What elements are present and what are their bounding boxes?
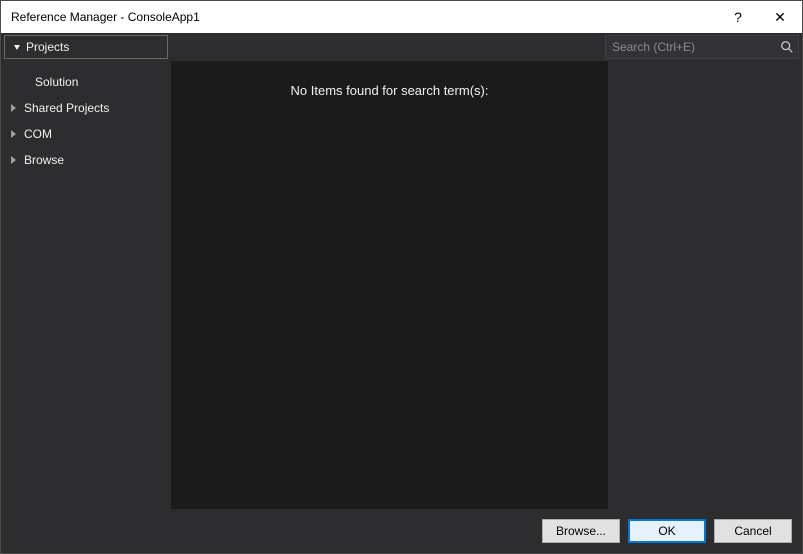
sidebar-item-shared-projects[interactable]: Shared Projects <box>1 95 171 121</box>
sidebar-item-com[interactable]: COM <box>1 121 171 147</box>
cancel-button[interactable]: Cancel <box>714 519 792 543</box>
sidebar-label-solution: Solution <box>35 75 78 89</box>
chevron-down-icon <box>14 45 20 50</box>
search-icon[interactable] <box>776 40 798 54</box>
chevron-right-icon <box>11 130 16 138</box>
footer: Browse... OK Cancel <box>1 509 802 553</box>
details-panel <box>608 61 802 509</box>
search-box[interactable] <box>605 35 799 59</box>
sidebar-item-solution[interactable]: Solution <box>1 69 171 95</box>
close-button[interactable]: ✕ <box>758 1 802 33</box>
tab-projects[interactable]: Projects <box>4 35 168 59</box>
title-bar: Reference Manager - ConsoleApp1 ? ✕ <box>1 1 802 33</box>
help-button[interactable]: ? <box>718 1 758 33</box>
window-title: Reference Manager - ConsoleApp1 <box>11 10 718 24</box>
sidebar-label-browse: Browse <box>24 153 64 167</box>
sidebar-label-shared: Shared Projects <box>24 101 109 115</box>
tab-projects-label: Projects <box>26 40 69 54</box>
browse-button[interactable]: Browse... <box>542 519 620 543</box>
chevron-right-icon <box>11 104 16 112</box>
empty-state-text: No Items found for search term(s): <box>291 83 489 509</box>
search-input[interactable] <box>606 40 776 54</box>
main-panel: No Items found for search term(s): <box>171 61 608 509</box>
window: Reference Manager - ConsoleApp1 ? ✕ Proj… <box>0 0 803 554</box>
chevron-right-icon <box>11 156 16 164</box>
sidebar-label-com: COM <box>24 127 52 141</box>
close-icon: ✕ <box>774 9 786 26</box>
sidebar: Solution Shared Projects COM Browse <box>1 61 171 509</box>
ok-button[interactable]: OK <box>628 519 706 543</box>
sidebar-item-browse[interactable]: Browse <box>1 147 171 173</box>
